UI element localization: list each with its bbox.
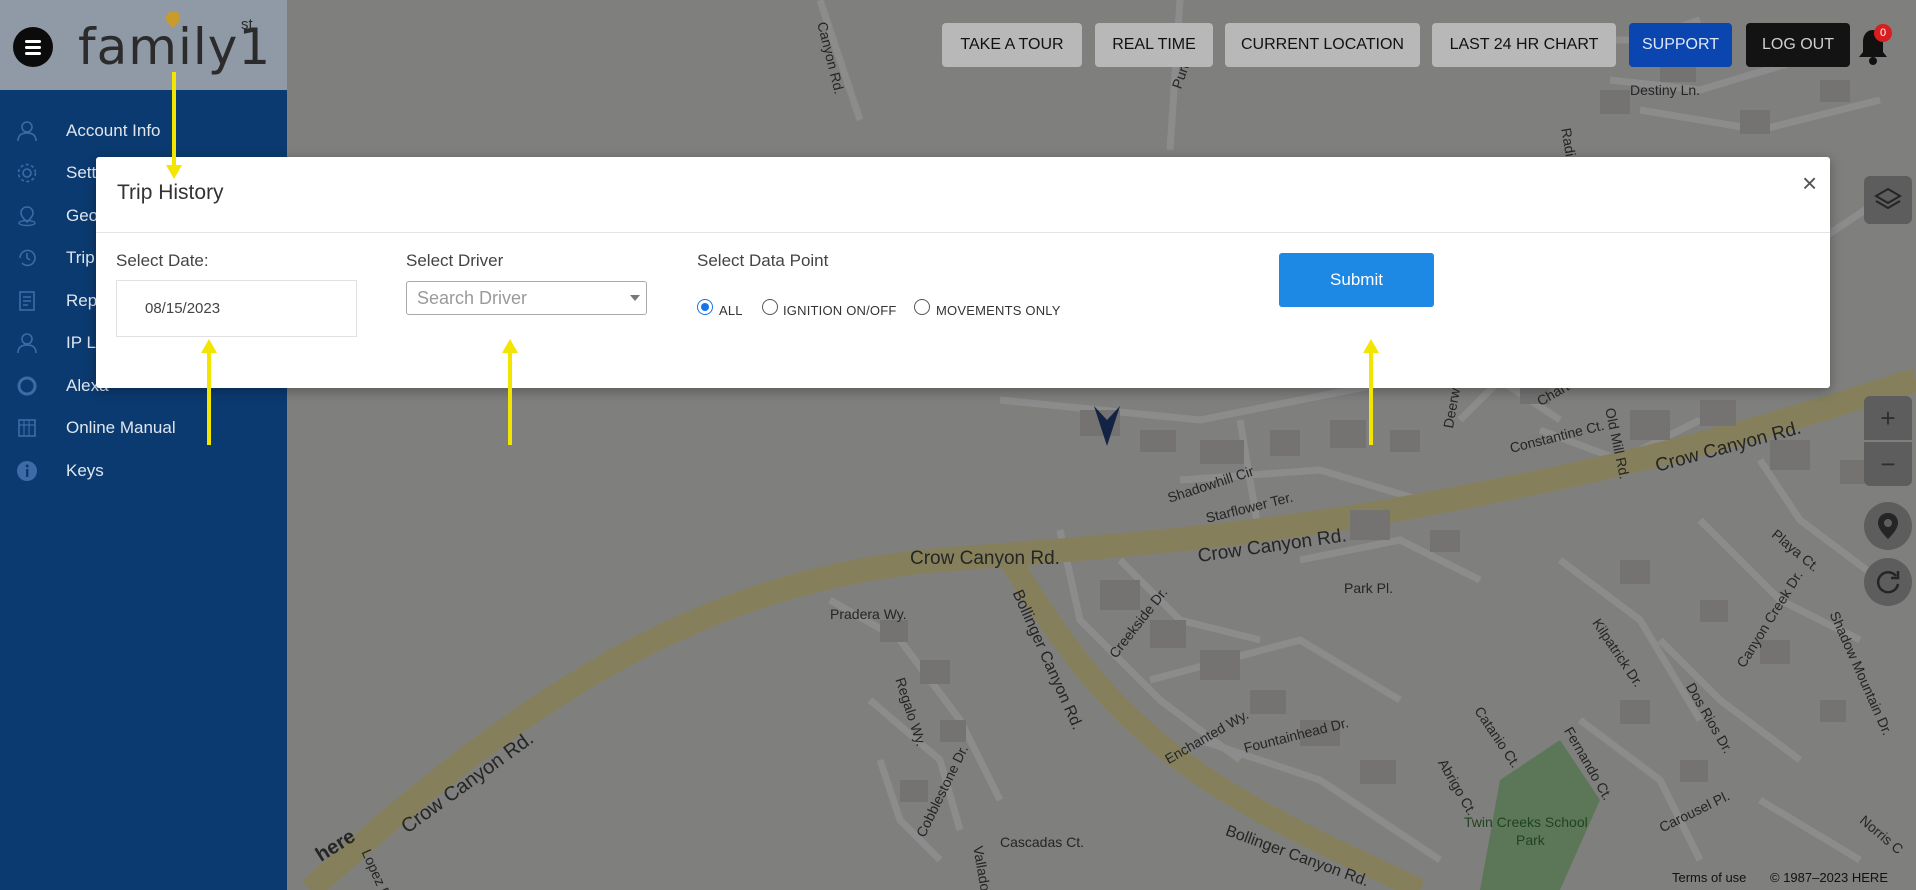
trip-history-modal: Trip History × Select Date: 08/15/2023 S… (96, 157, 1830, 388)
user-icon (14, 330, 40, 356)
annotation-arrow (508, 352, 512, 445)
annotation-arrow-head (502, 339, 518, 353)
modal-title: Trip History (117, 181, 224, 204)
gear-icon (14, 160, 40, 186)
date-field[interactable]: 08/15/2023 (116, 280, 357, 337)
hamburger-menu-icon[interactable] (13, 27, 53, 67)
close-icon[interactable]: × (1802, 170, 1817, 196)
annotation-arrow-head (166, 165, 182, 179)
notification-badge: 0 (1874, 24, 1892, 42)
logo-area: family1 st (0, 0, 287, 90)
manual-icon (14, 415, 40, 441)
take-tour-button[interactable]: TAKE A TOUR (942, 23, 1082, 67)
modal-backdrop[interactable] (0, 0, 1916, 890)
logo-superscript: st (241, 16, 253, 33)
sidebar-item-keys[interactable]: Keys (0, 451, 287, 491)
radio-label: IGNITION ON/OFF (783, 303, 897, 318)
sidebar-item-label: Keys (66, 461, 104, 480)
annotation-arrow-head (201, 339, 217, 353)
select-date-label: Select Date: (116, 251, 209, 270)
sidebar-item-label: Account Info (66, 121, 161, 140)
annotation-arrow-head (1363, 339, 1379, 353)
radio-movements[interactable] (914, 299, 930, 315)
sidebar: family1 st Account Info Settings Geofenc… (0, 0, 287, 890)
current-location-button[interactable]: CURRENT LOCATION (1225, 23, 1420, 67)
annotation-arrow (207, 352, 211, 445)
sidebar-item-label: Online Manual (66, 418, 176, 437)
alexa-icon (14, 373, 40, 399)
driver-select[interactable]: Search Driver (406, 281, 647, 315)
sidebar-item-online-manual[interactable]: Online Manual (0, 408, 287, 448)
chevron-down-icon (630, 295, 640, 301)
report-icon (14, 288, 40, 314)
annotation-arrow (172, 72, 176, 172)
radio-label: ALL (719, 303, 743, 318)
history-icon (14, 245, 40, 271)
select-data-point-label: Select Data Point (697, 251, 829, 270)
location-icon (14, 203, 40, 229)
last-24-hr-chart-button[interactable]: LAST 24 HR CHART (1432, 23, 1616, 67)
driver-placeholder: Search Driver (417, 287, 528, 308)
user-icon (14, 118, 40, 144)
radio-label: MOVEMENTS ONLY (936, 303, 1061, 318)
support-button[interactable]: SUPPORT (1629, 23, 1732, 67)
modal-header: Trip History × (96, 157, 1830, 233)
radio-ignition[interactable] (762, 299, 778, 315)
sidebar-item-account-info[interactable]: Account Info (0, 111, 287, 151)
radio-all[interactable] (697, 299, 713, 315)
info-icon (14, 458, 40, 484)
submit-button[interactable]: Submit (1279, 253, 1434, 307)
real-time-button[interactable]: REAL TIME (1095, 23, 1213, 67)
annotation-arrow (1369, 352, 1373, 445)
logout-button[interactable]: LOG OUT (1746, 23, 1850, 67)
select-driver-label: Select Driver (406, 251, 504, 270)
